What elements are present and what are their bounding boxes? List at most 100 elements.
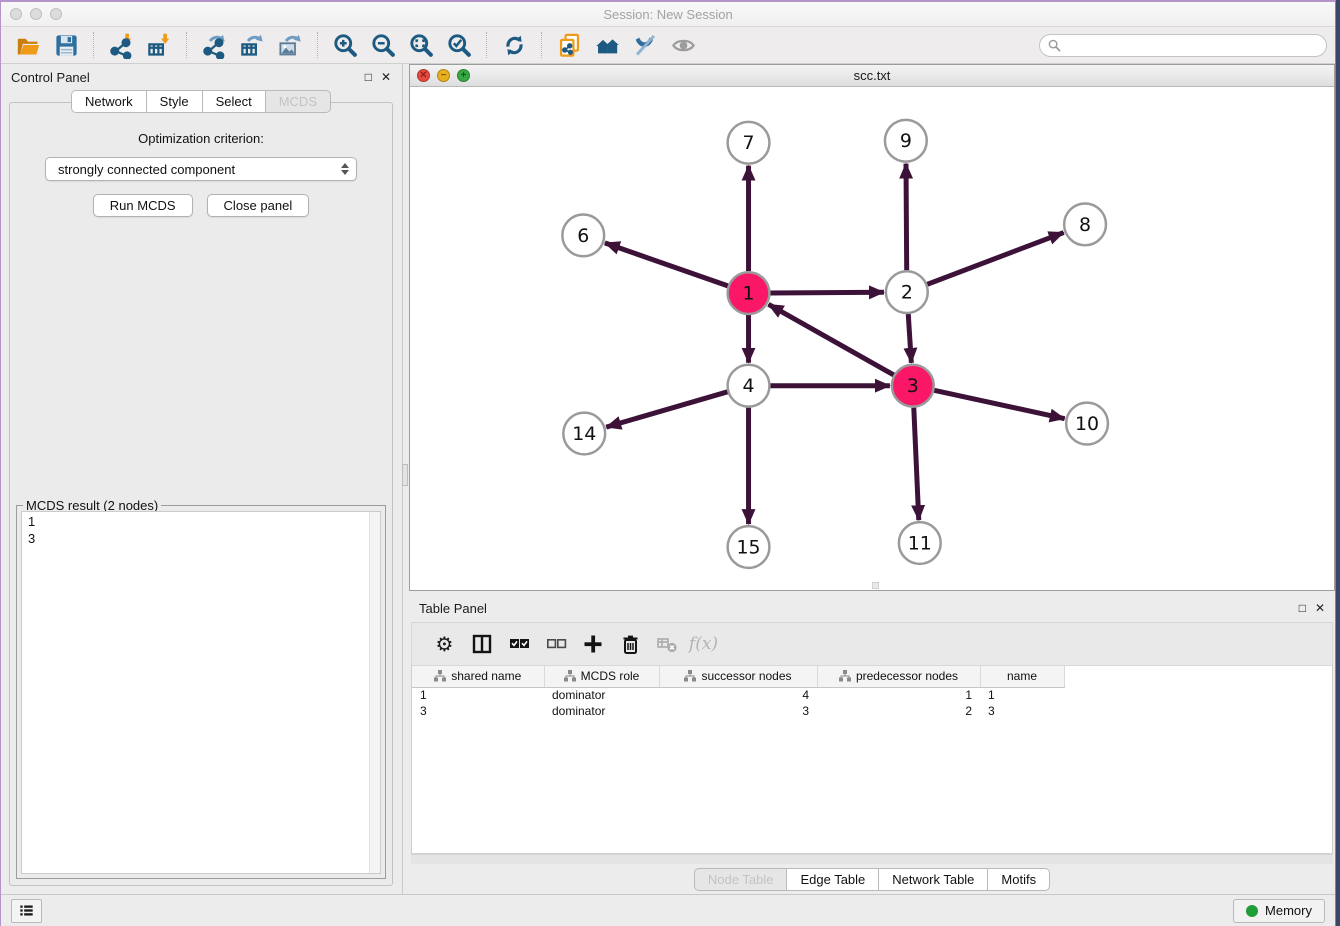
graph-node-3[interactable]: 3 — [892, 365, 934, 407]
svg-text:4: 4 — [743, 375, 755, 397]
table-cell[interactable]: 2 — [817, 703, 980, 719]
mcds-panel: Optimization criterion: strongly connect… — [9, 102, 393, 886]
table-cell[interactable]: dominator — [544, 687, 659, 703]
zoom-in-button[interactable] — [326, 30, 364, 60]
graphics-details-icon — [632, 32, 659, 59]
export-network-button[interactable] — [195, 30, 233, 60]
mcds-result-text[interactable]: 13 — [21, 511, 381, 874]
result-scrollbar[interactable] — [369, 512, 380, 873]
graph-node-4[interactable]: 4 — [728, 365, 770, 407]
svg-text:1: 1 — [743, 283, 755, 305]
graph-node-6[interactable]: 6 — [562, 214, 604, 256]
close-panel-icon[interactable]: ✕ — [1315, 602, 1325, 614]
function-builder-button: f(x) — [685, 627, 722, 661]
run-mcds-button[interactable]: Run MCDS — [93, 194, 193, 217]
birds-eye-view-button[interactable] — [664, 30, 702, 60]
import-table-button[interactable] — [140, 30, 178, 60]
float-window-icon[interactable]: □ — [365, 71, 372, 83]
attribute-icon — [839, 670, 851, 682]
network-canvas[interactable]: 7 9 6 8 1 2 4 3 14 10 15 11 — [410, 87, 1334, 590]
svg-text:6: 6 — [577, 225, 589, 247]
graph-node-15[interactable]: 15 — [728, 526, 770, 568]
open-session-button[interactable] — [9, 30, 47, 60]
column-header-shared-name[interactable]: shared name — [412, 666, 544, 687]
table-cell[interactable]: 4 — [659, 687, 817, 703]
table-row[interactable]: 3dominator323 — [412, 703, 1064, 719]
edge-2-8[interactable] — [927, 233, 1063, 285]
edge-4-14[interactable] — [606, 392, 727, 427]
delete-column-button[interactable] — [611, 627, 648, 661]
canvas-resize-handle[interactable] — [872, 582, 879, 589]
export-image-button[interactable] — [271, 30, 309, 60]
tab-edge-table[interactable]: Edge Table — [786, 868, 879, 891]
network-graph[interactable]: 7 9 6 8 1 2 4 3 14 10 15 11 — [410, 87, 1334, 587]
edge-3-11[interactable] — [914, 408, 919, 521]
table-cell[interactable]: 3 — [980, 703, 1064, 719]
graph-node-2[interactable]: 2 — [886, 271, 928, 313]
task-history-button[interactable] — [11, 899, 42, 923]
show-columns-button[interactable] — [463, 627, 500, 661]
vertical-splitter[interactable] — [401, 64, 409, 894]
network-view-window: ✕ − + scc.txt 7 9 6 8 1 2 4 3 14 10 15 11 — [409, 64, 1335, 591]
column-header-successor-nodes[interactable]: successor nodes — [659, 666, 817, 687]
column-header-predecessor-nodes[interactable]: predecessor nodes — [817, 666, 980, 687]
graph-node-7[interactable]: 7 — [728, 122, 770, 164]
table-settings-button[interactable]: ⚙ — [426, 627, 463, 661]
svg-text:10: 10 — [1075, 413, 1099, 435]
edge-3-10[interactable] — [934, 390, 1064, 418]
edge-3-1[interactable] — [768, 304, 893, 375]
graph-node-14[interactable]: 14 — [563, 413, 605, 455]
tab-mcds[interactable]: MCDS — [265, 90, 331, 113]
tab-select[interactable]: Select — [202, 90, 266, 113]
search-input[interactable] — [1066, 38, 1318, 52]
add-column-button[interactable] — [574, 627, 611, 661]
graphics-details-button[interactable] — [626, 30, 664, 60]
control-panel: Control Panel □ ✕ NetworkStyleSelectMCDS… — [1, 64, 401, 894]
zoom-fit-button[interactable] — [402, 30, 440, 60]
graph-node-9[interactable]: 9 — [885, 120, 927, 162]
import-network-button[interactable] — [102, 30, 140, 60]
edge-1-2[interactable] — [770, 292, 884, 293]
graph-node-8[interactable]: 8 — [1064, 203, 1106, 245]
float-window-icon[interactable]: □ — [1299, 602, 1306, 614]
graph-node-11[interactable]: 11 — [899, 522, 941, 564]
refresh-button[interactable] — [495, 30, 533, 60]
tab-style[interactable]: Style — [146, 90, 203, 113]
table-cell[interactable]: 3 — [412, 703, 544, 719]
column-header-MCDS-role[interactable]: MCDS role — [544, 666, 659, 687]
table-hscroll-track[interactable] — [411, 854, 1333, 864]
zoom-out-button[interactable] — [364, 30, 402, 60]
table-cell[interactable]: 3 — [659, 703, 817, 719]
memory-button[interactable]: Memory — [1233, 899, 1325, 923]
edge-2-3[interactable] — [908, 314, 911, 363]
network-window-titlebar[interactable]: ✕ − + scc.txt — [410, 65, 1334, 87]
deselect-all-rows-button[interactable] — [537, 627, 574, 661]
tab-motifs[interactable]: Motifs — [987, 868, 1050, 891]
table-cell[interactable]: dominator — [544, 703, 659, 719]
graph-node-1[interactable]: 1 — [728, 272, 770, 314]
table-cell[interactable]: 1 — [412, 687, 544, 703]
tab-network-table[interactable]: Network Table — [878, 868, 988, 891]
birds-eye-view-icon — [670, 32, 697, 59]
duplicate-network-button[interactable] — [550, 30, 588, 60]
tab-network[interactable]: Network — [71, 90, 147, 113]
splitter-handle[interactable] — [402, 464, 408, 486]
optimization-criterion-select[interactable]: strongly connected component — [45, 157, 357, 181]
edge-2-9[interactable] — [906, 164, 907, 271]
close-panel-button[interactable]: Close panel — [207, 194, 310, 217]
export-table-button[interactable] — [233, 30, 271, 60]
function-icon: f(x) — [689, 634, 718, 654]
save-session-button[interactable] — [47, 30, 85, 60]
first-neighbors-button[interactable] — [588, 30, 626, 60]
table-row[interactable]: 1dominator411 — [412, 687, 1064, 703]
column-header-name[interactable]: name — [980, 666, 1064, 687]
tab-node-table[interactable]: Node Table — [694, 868, 788, 891]
table-cell[interactable]: 1 — [980, 687, 1064, 703]
edge-1-6[interactable] — [605, 243, 728, 286]
table-cell[interactable]: 1 — [817, 687, 980, 703]
search-box[interactable] — [1039, 34, 1327, 57]
graph-node-10[interactable]: 10 — [1066, 403, 1108, 445]
close-panel-icon[interactable]: ✕ — [381, 71, 391, 83]
zoom-selected-button[interactable] — [440, 30, 478, 60]
select-all-rows-button[interactable] — [500, 627, 537, 661]
